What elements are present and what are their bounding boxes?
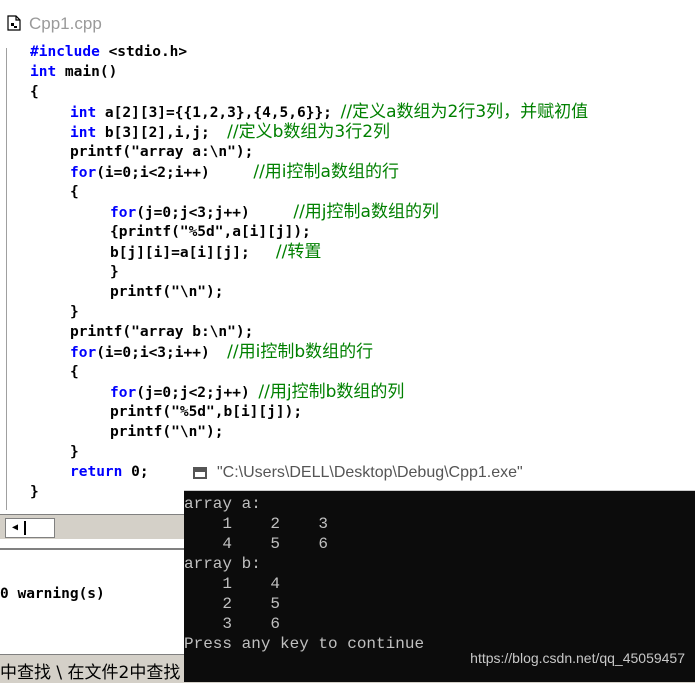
gutter-divider — [6, 48, 7, 510]
cpp-file-icon — [7, 15, 21, 31]
find-in-files-tabs[interactable]: 中查找 \ 在文件2中查找 — [0, 658, 180, 683]
code-line: for(i=0;i<3;i++) //用i控制b数组的行 — [70, 342, 374, 362]
code-line: } — [70, 444, 79, 460]
code-line: b[j][i]=a[i][j]; //转置 — [110, 242, 322, 262]
code-line: for(i=0;i<2;i++) //用i控制a数组的行 — [70, 162, 399, 182]
code-line: { — [70, 364, 79, 380]
console-title: "C:\Users\DELL\Desktop\Debug\Cpp1.exe" — [217, 464, 523, 481]
code-line: printf("array a:\n"); — [70, 144, 254, 160]
editor-title-bar[interactable]: Cpp1.cpp — [0, 0, 695, 44]
code-line: return 0; — [70, 464, 149, 480]
code-line: } — [70, 304, 79, 320]
console-line: 3 6 — [184, 615, 281, 633]
console-app-icon — [193, 467, 207, 479]
code-line: } — [30, 484, 39, 500]
code-line: printf("\n"); — [110, 284, 224, 300]
code-editor[interactable]: #include <stdio.h> int main() { int a[2]… — [0, 42, 695, 514]
code-line: } — [110, 264, 119, 280]
code-line: printf("\n"); — [110, 424, 224, 440]
scroll-left-icon[interactable]: ◀ — [6, 519, 24, 537]
scroll-thumb[interactable] — [24, 521, 26, 535]
code-line: printf("array b:\n"); — [70, 324, 254, 340]
warning-count: 0 warning(s) — [0, 586, 105, 602]
code-line: printf("%5d",b[i][j]); — [110, 404, 303, 420]
watermark: https://blog.csdn.net/qq_45059457 — [470, 650, 685, 666]
file-title: Cpp1.cpp — [29, 14, 102, 33]
code-line: int b[3][2],i,j; //定义b数组为3行2列 — [70, 122, 391, 142]
console-line: array a: — [184, 495, 261, 513]
console-line: 1 4 — [184, 575, 281, 593]
console-title-bar[interactable]: "C:\Users\DELL\Desktop\Debug\Cpp1.exe" — [184, 456, 695, 491]
scroll-buttons: ◀ — [5, 518, 55, 538]
console-line: Press any key to continue — [184, 635, 425, 653]
console-line: 1 2 3 — [184, 515, 329, 533]
code-line: {printf("%5d",a[i][j]); — [110, 224, 311, 240]
console-line: 4 5 6 — [184, 535, 329, 553]
code-line: { — [30, 84, 39, 100]
code-line: int a[2][3]={{1,2,3},{4,5,6}}; //定义a数组为2… — [70, 102, 589, 122]
console-window: "C:\Users\DELL\Desktop\Debug\Cpp1.exe" a… — [184, 456, 695, 682]
code-line: int main() — [30, 64, 118, 80]
code-line: for(j=0;j<3;j++) //用j控制a数组的列 — [110, 202, 439, 222]
code-line: #include <stdio.h> — [30, 44, 188, 60]
console-line: array b: — [184, 555, 261, 573]
code-line: for(j=0;j<2;j++) //用j控制b数组的列 — [110, 382, 405, 402]
code-line: { — [70, 184, 79, 200]
console-line: 2 5 — [184, 595, 281, 613]
